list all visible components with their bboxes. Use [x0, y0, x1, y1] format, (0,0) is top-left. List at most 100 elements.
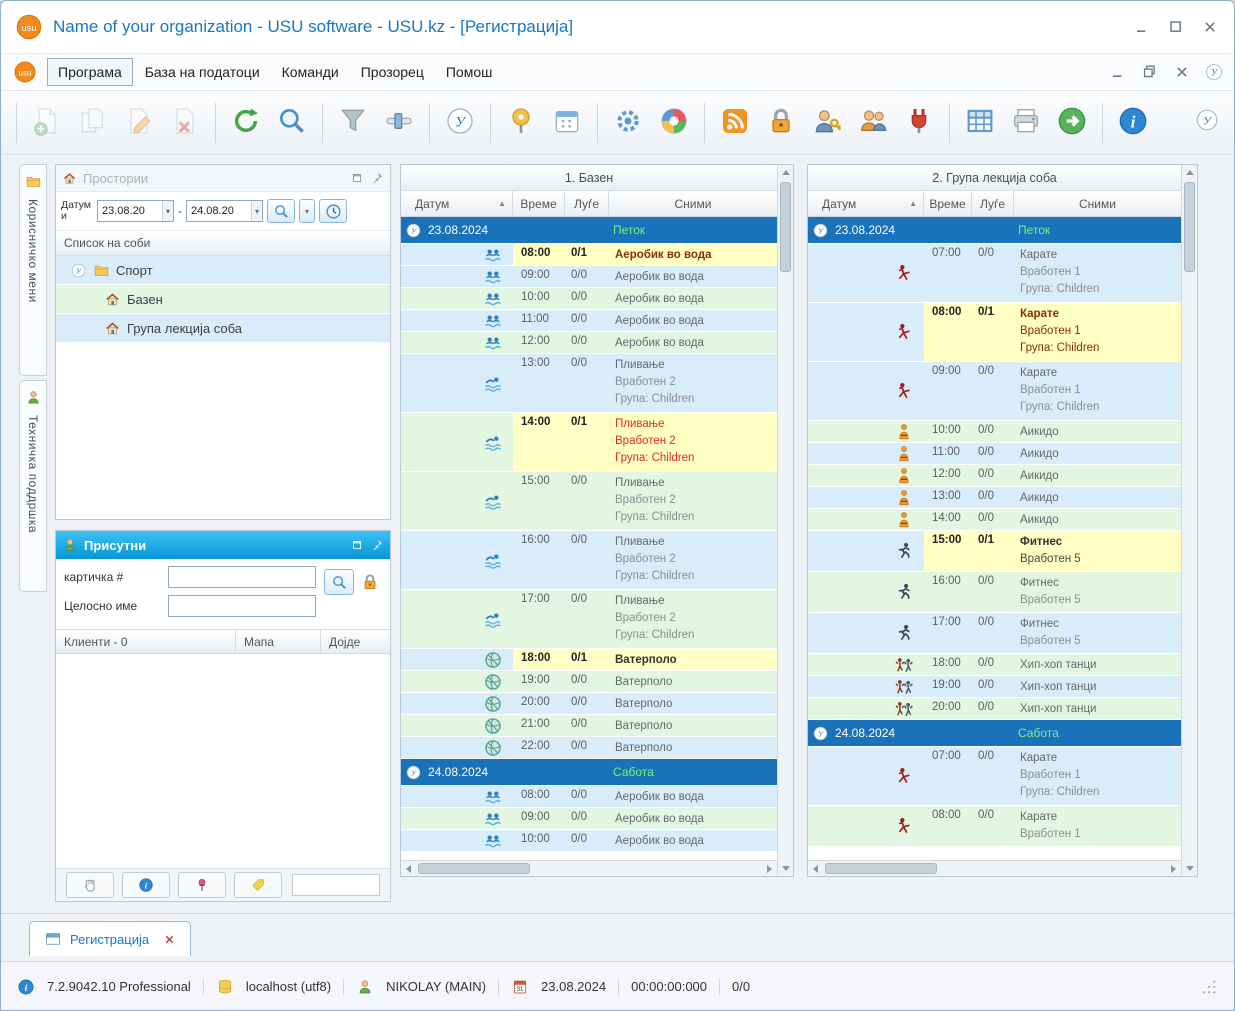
schedule-row[interactable]: 08:00 0/0 Карате Вработен 1	[808, 806, 1181, 846]
go-next-button[interactable]	[1051, 100, 1093, 146]
tree-item[interactable]: Група лекција соба	[56, 314, 390, 342]
maximize-panel-icon[interactable]	[350, 171, 364, 185]
info-button[interactable]: i	[1112, 100, 1154, 146]
menu-item[interactable]: База на податоци	[135, 59, 270, 85]
column-header[interactable]: Сними	[609, 191, 777, 216]
info-button[interactable]: i	[122, 872, 170, 898]
column-header[interactable]: Датум ▲	[401, 191, 513, 216]
printer-button[interactable]	[1005, 100, 1047, 146]
clients-column-header[interactable]: Мапа	[236, 630, 321, 654]
tab-registration[interactable]: Регистрација	[29, 921, 192, 956]
horizontal-scrollbar[interactable]	[401, 860, 777, 876]
schedule-row[interactable]: 20:00 0/0 Хип-хоп танци	[808, 698, 1181, 719]
schedule-row[interactable]: 15:00 0/1 Фитнес Вработен 5	[808, 531, 1181, 571]
scroll-down-button[interactable]	[778, 861, 793, 876]
schedule-row[interactable]: 14:00 0/1 Пливање Вработен 2 Група: Children	[401, 413, 777, 471]
search-client-button[interactable]	[324, 569, 354, 595]
menu-item[interactable]: Прозорец	[351, 59, 434, 85]
pin-icon[interactable]	[370, 538, 384, 552]
tag-button[interactable]	[234, 872, 282, 898]
schedule-row[interactable]: 18:00 0/1 Ватерполо	[401, 649, 777, 670]
menu-item[interactable]: Команди	[272, 59, 349, 85]
minimize-button[interactable]	[1132, 17, 1152, 37]
rss-button[interactable]	[714, 100, 756, 146]
schedule-row[interactable]: 10:00 0/0 Аикидо	[808, 421, 1181, 442]
schedule-row[interactable]: 11:00 0/0 Аеробик во вода	[401, 310, 777, 331]
tree-item[interactable]: У Спорт	[56, 256, 390, 284]
tab-close-icon[interactable]	[163, 933, 176, 946]
schedule-row[interactable]: 15:00 0/0 Пливање Вработен 2 Група: Children	[401, 472, 777, 530]
column-header[interactable]: Сними	[1014, 191, 1181, 216]
schedule-row[interactable]: 16:00 0/0 Фитнес Вработен 5	[808, 572, 1181, 612]
scrollbar-thumb[interactable]	[1184, 182, 1195, 272]
mdi-close-button[interactable]	[1172, 62, 1192, 82]
chevron-down-icon[interactable]: ▾	[251, 201, 263, 221]
date-from-input[interactable]	[98, 205, 162, 217]
schedule-row[interactable]: 20:00 0/0 Ватерполо	[401, 693, 777, 714]
schedule-row[interactable]: 08:00 0/1 Карате Вработен 1 Група: Children	[808, 303, 1181, 361]
close-button[interactable]	[1200, 17, 1220, 37]
search-rooms-button[interactable]	[267, 199, 296, 223]
doc-delete-button[interactable]	[164, 100, 206, 146]
refresh-button[interactable]	[225, 100, 267, 146]
column-header[interactable]: Време	[924, 191, 972, 216]
maximize-panel-icon[interactable]	[350, 538, 364, 552]
user-key-button[interactable]	[806, 100, 848, 146]
menu-item[interactable]: Програма	[47, 58, 133, 86]
scrollbar-thumb[interactable]	[825, 863, 937, 874]
schedule-row[interactable]: 14:00 0/0 Аикидо	[808, 509, 1181, 530]
schedule-row[interactable]: 10:00 0/0 Аеробик во вода	[401, 288, 777, 309]
date-group-row[interactable]: У 24.08.2024 Сабота	[401, 759, 777, 785]
schedule-row[interactable]: 09:00 0/0 Аеробик во вода	[401, 808, 777, 829]
column-header[interactable]: Луѓе	[565, 191, 609, 216]
scrollbar-thumb[interactable]	[418, 863, 530, 874]
chevron-down-icon[interactable]: ▾	[162, 201, 174, 221]
card-number-input[interactable]	[168, 566, 316, 588]
schedule-row[interactable]: 16:00 0/0 Пливање Вработен 2 Група: Children	[401, 531, 777, 589]
column-header[interactable]: Време	[513, 191, 565, 216]
lock-button[interactable]	[760, 100, 802, 146]
schedule-row[interactable]: 21:00 0/0 Ватерполо	[401, 715, 777, 736]
scroll-left-button[interactable]	[401, 861, 416, 876]
date-group-row[interactable]: У 23.08.2024 Петок	[401, 217, 777, 243]
info-icon[interactable]: i	[17, 978, 35, 996]
hand-button[interactable]	[66, 872, 114, 898]
schedule-row[interactable]: 08:00 0/0 Аеробик во вода	[401, 786, 777, 807]
usu-badge-button[interactable]: У	[439, 100, 481, 146]
scroll-right-button[interactable]	[1166, 861, 1181, 876]
users-button[interactable]	[852, 100, 894, 146]
schedule-row[interactable]: 09:00 0/0 Карате Вработен 1 Група: Children	[808, 362, 1181, 420]
scroll-left-button[interactable]	[808, 861, 823, 876]
schedule-row[interactable]: 19:00 0/0 Ватерполо	[401, 671, 777, 692]
filter-button[interactable]	[332, 100, 374, 146]
schedule-row[interactable]: 13:00 0/0 Пливање Вработен 2 Група: Children	[401, 354, 777, 412]
scroll-down-button[interactable]	[1182, 861, 1197, 876]
tree-item[interactable]: Базен	[56, 285, 390, 313]
doc-copy-button[interactable]	[72, 100, 114, 146]
side-tab[interactable]: Корисничко мени	[19, 164, 47, 376]
clients-column-header[interactable]: Клиенти - 0	[56, 630, 236, 654]
schedule-row[interactable]: 10:00 0/0 Аеробик во вода	[401, 830, 777, 851]
column-header[interactable]: Луѓе	[972, 191, 1014, 216]
toolbar-right[interactable]: У	[1194, 107, 1220, 133]
schedule-row[interactable]: 09:00 0/0 Аеробик во вода	[401, 266, 777, 287]
map-pin-button[interactable]	[500, 100, 542, 146]
pin-icon[interactable]	[370, 171, 384, 185]
palette-button[interactable]	[653, 100, 695, 146]
date-to-input[interactable]	[187, 205, 252, 217]
schedule-row[interactable]: 08:00 0/1 Аеробик во вода	[401, 244, 777, 265]
schedule-row[interactable]: 17:00 0/0 Фитнес Вработен 5	[808, 613, 1181, 653]
schedule-row[interactable]: 07:00 0/0 Карате Вработен 1 Група: Children	[808, 747, 1181, 805]
search-options-dropdown[interactable]: ▾	[299, 199, 316, 223]
history-button[interactable]	[319, 199, 348, 223]
scroll-up-button[interactable]	[778, 165, 793, 180]
schedule-row[interactable]: 11:00 0/0 Аикидо	[808, 443, 1181, 464]
mdi-restore-button[interactable]	[1140, 62, 1160, 82]
scroll-right-button[interactable]	[762, 861, 777, 876]
side-tab[interactable]: Техничка поддршка	[19, 380, 47, 592]
menu-item[interactable]: Помош	[436, 59, 503, 85]
schedule-row[interactable]: 12:00 0/0 Аикидо	[808, 465, 1181, 486]
slider-button[interactable]	[378, 100, 420, 146]
date-group-row[interactable]: У 23.08.2024 Петок	[808, 217, 1181, 243]
schedule-row[interactable]: 07:00 0/0 Карате Вработен 1 Група: Children	[808, 244, 1181, 302]
